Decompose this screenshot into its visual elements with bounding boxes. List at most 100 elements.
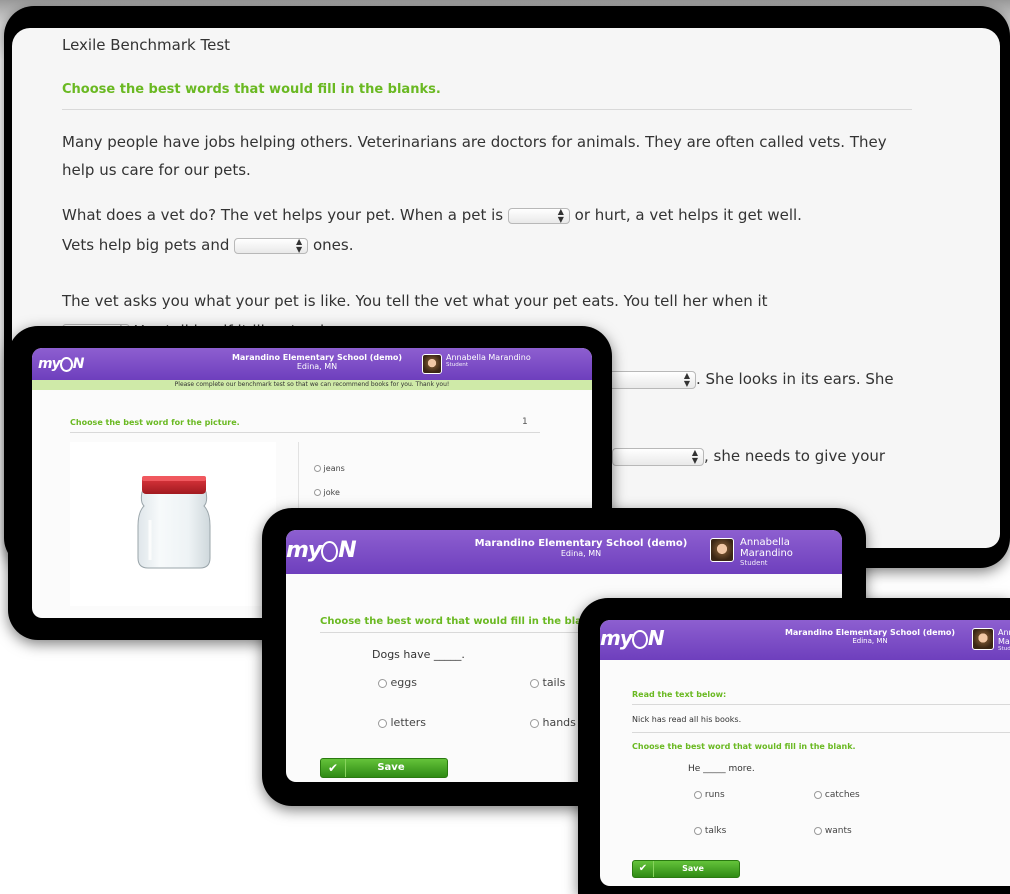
school-name: Marandino Elementary School (demo) Edina… bbox=[466, 538, 696, 558]
select-arrow-icon: ▲▼ bbox=[296, 236, 303, 254]
paragraph-4: ▲ ▼ . She looks in its ears. She bbox=[606, 364, 894, 394]
blank-select-2[interactable]: ▲ ▼ bbox=[234, 236, 309, 254]
paragraph-1: Many people have jobs helping others. Ve… bbox=[62, 133, 887, 179]
option-label: talks bbox=[704, 826, 727, 836]
blank-instruction: Choose the best word that would fill in … bbox=[320, 616, 600, 627]
radio-icon[interactable] bbox=[378, 678, 387, 688]
radio-icon[interactable] bbox=[694, 790, 702, 799]
student-avatar[interactable] bbox=[972, 628, 994, 650]
paragraph-4-text: . She looks in its ears. She bbox=[696, 370, 894, 388]
question-sentence: He _____ more. bbox=[688, 764, 755, 774]
blank-select-4[interactable]: ▲ ▼ bbox=[606, 370, 696, 389]
school-name-text: Marandino Elementary School (demo) bbox=[784, 628, 956, 637]
app-header: my N Marandino Elementary School (demo) E… bbox=[600, 620, 1010, 660]
option-runs[interactable]: runs bbox=[694, 790, 725, 800]
option-label: wants bbox=[824, 826, 852, 836]
check-icon: ✔ bbox=[633, 861, 654, 877]
user-role: Student bbox=[446, 362, 469, 368]
option-label: letters bbox=[390, 716, 426, 729]
option-label: catches bbox=[824, 790, 860, 800]
option-label: runs bbox=[704, 790, 725, 800]
user-name[interactable]: Annabella Marandino Student bbox=[446, 353, 531, 368]
myon-logo: my N bbox=[600, 626, 665, 650]
radio-icon[interactable] bbox=[314, 465, 321, 472]
instruction-text: Choose the best words that would fill in… bbox=[62, 82, 441, 97]
paragraph-2-text-b: or hurt, a vet helps it get well. bbox=[574, 206, 802, 224]
save-label: Save bbox=[682, 864, 704, 873]
paragraph-2-text-c: Vets help big pets and bbox=[62, 236, 230, 254]
radio-icon[interactable] bbox=[814, 826, 822, 835]
option-talks[interactable]: talks bbox=[694, 826, 726, 836]
user-name[interactable]: Annabella Marandino Student bbox=[998, 628, 1010, 652]
read-screen: my N Marandino Elementary School (demo) E… bbox=[600, 620, 1010, 886]
option-hands[interactable]: hands bbox=[530, 716, 576, 729]
radio-icon[interactable] bbox=[530, 678, 539, 688]
paragraph-2-text-d: ones. bbox=[312, 236, 354, 254]
tablet-frame-read: my N Marandino Elementary School (demo) E… bbox=[578, 598, 1010, 894]
radio-icon[interactable] bbox=[378, 718, 387, 728]
myon-logo: my N bbox=[38, 356, 84, 372]
option-label: hands bbox=[542, 716, 576, 729]
picture-instruction: Choose the best word for the picture. bbox=[70, 418, 240, 427]
student-avatar[interactable] bbox=[422, 354, 442, 374]
paragraph-5: ▲ ▼ , she needs to give your bbox=[612, 441, 885, 471]
option-joke[interactable]: joke bbox=[314, 488, 340, 497]
option-wants[interactable]: wants bbox=[814, 826, 852, 836]
page-title: Lexile Benchmark Test bbox=[62, 36, 231, 54]
myon-logo: my N bbox=[286, 538, 357, 563]
user-name-text: Annabella Marandino bbox=[446, 353, 531, 362]
divider bbox=[632, 732, 1010, 733]
paragraph-5-text: , she needs to give your bbox=[704, 447, 886, 465]
radio-icon[interactable] bbox=[530, 718, 539, 728]
save-button[interactable]: ✔ Save bbox=[632, 860, 740, 878]
school-name: Marandino Elementary School (demo) Edina… bbox=[770, 628, 970, 645]
blank-select-5[interactable]: ▲ ▼ bbox=[612, 447, 704, 466]
divider bbox=[70, 432, 540, 433]
user-name-text: Annabella Marandino bbox=[998, 628, 1010, 646]
school-name-text: Marandino Elementary School (demo) bbox=[474, 538, 688, 549]
read-text: Nick has read all his books. bbox=[632, 715, 742, 724]
option-catches[interactable]: catches bbox=[814, 790, 860, 800]
option-label: joke bbox=[323, 488, 340, 497]
blank-select-1[interactable]: ▲ ▼ bbox=[507, 206, 570, 224]
paragraph-2-text-a: What does a vet do? The vet helps your p… bbox=[62, 206, 504, 224]
notice-bar: Please complete our benchmark test so th… bbox=[32, 380, 592, 390]
radio-icon[interactable] bbox=[814, 790, 822, 799]
paragraph-2: What does a vet do? The vet helps your p… bbox=[62, 200, 942, 260]
school-name: Marandino Elementary School (demo) Edina… bbox=[212, 353, 422, 371]
option-letters[interactable]: letters bbox=[378, 716, 426, 729]
divider bbox=[632, 704, 1010, 705]
app-header: my N Marandino Elementary School (demo) E… bbox=[32, 348, 592, 380]
select-arrow-icon: ▲▼ bbox=[691, 447, 698, 465]
user-role: Student bbox=[740, 559, 768, 567]
select-arrow-icon: ▲▼ bbox=[557, 206, 564, 224]
save-button[interactable]: ✔ Save bbox=[320, 758, 448, 778]
user-name[interactable]: Annabella Marandino Student bbox=[740, 537, 842, 567]
option-label: eggs bbox=[390, 676, 417, 689]
school-city: Edina, MN bbox=[296, 362, 338, 371]
select-arrow-icon: ▲▼ bbox=[683, 370, 690, 388]
radio-icon[interactable] bbox=[314, 489, 321, 496]
app-header: my N Marandino Elementary School (demo) E… bbox=[286, 530, 842, 574]
school-city: Edina, MN bbox=[852, 637, 888, 645]
question-sentence: Dogs have _____. bbox=[372, 648, 465, 661]
blank-instruction: Choose the best word that would fill in … bbox=[632, 742, 856, 751]
radio-icon[interactable] bbox=[694, 826, 702, 835]
option-label: tails bbox=[542, 676, 566, 689]
option-label: jeans bbox=[323, 464, 345, 473]
question-number: 1 bbox=[522, 417, 528, 427]
read-instruction: Read the text below: bbox=[632, 690, 727, 699]
option-tails[interactable]: tails bbox=[530, 676, 565, 689]
school-city: Edina, MN bbox=[560, 549, 602, 558]
option-jeans[interactable]: jeans bbox=[314, 464, 345, 473]
option-eggs[interactable]: eggs bbox=[378, 676, 417, 689]
school-name-text: Marandino Elementary School (demo) bbox=[231, 353, 403, 362]
save-label: Save bbox=[377, 762, 405, 773]
jar-image bbox=[137, 476, 211, 569]
divider bbox=[62, 109, 912, 110]
paragraph-3-text: The vet asks you what your pet is like. … bbox=[62, 292, 768, 310]
user-name-text: Annabella Marandino bbox=[740, 537, 793, 559]
check-icon: ✔ bbox=[321, 759, 346, 777]
user-role: Student bbox=[998, 646, 1010, 652]
student-avatar[interactable] bbox=[710, 538, 734, 562]
